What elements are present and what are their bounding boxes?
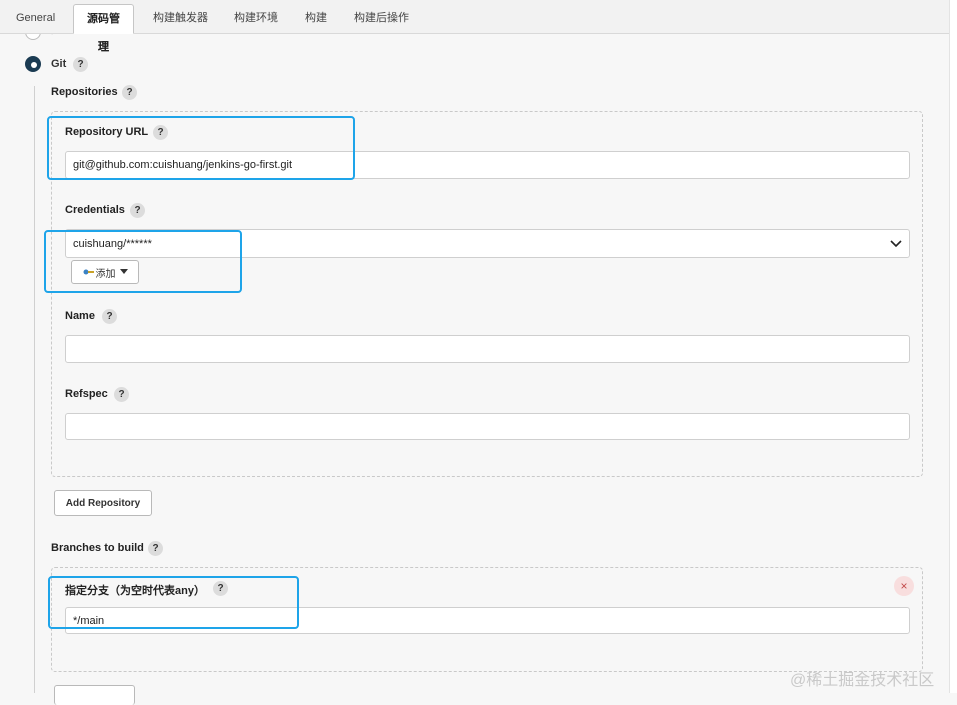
scm-git-label: Git bbox=[51, 58, 67, 70]
tab-general-label: General bbox=[16, 12, 56, 24]
branches-to-build-label: Branches to build bbox=[51, 542, 144, 554]
tab-build-label: 构建 bbox=[305, 12, 327, 24]
branch-specifier-highlight bbox=[48, 576, 299, 629]
tab-active-label: 源码管理 bbox=[73, 4, 134, 53]
repository-url-highlight bbox=[47, 116, 355, 180]
tab-bar-cover bbox=[0, 0, 948, 34]
credentials-label: Credentials bbox=[65, 204, 125, 216]
tab-env-label: 构建环境 bbox=[234, 12, 278, 24]
scm-git-radio[interactable] bbox=[25, 56, 41, 72]
repositories-label: Repositories bbox=[51, 86, 118, 98]
chevron-down-icon bbox=[890, 239, 902, 247]
watermark: @稀土掘金技术社区 bbox=[790, 672, 935, 689]
git-section-indent-line bbox=[34, 86, 35, 693]
credentials-help-icon[interactable]: ? bbox=[130, 203, 145, 218]
refspec-help-icon[interactable]: ? bbox=[114, 387, 129, 402]
tab-post-label: 构建后操作 bbox=[354, 12, 409, 24]
git-help-icon[interactable]: ? bbox=[73, 57, 88, 72]
credentials-highlight bbox=[44, 230, 242, 293]
name-label: Name bbox=[65, 310, 95, 322]
add-repository-button[interactable]: Add Repository bbox=[54, 490, 152, 516]
name-input[interactable] bbox=[65, 335, 910, 363]
tab-triggers-label: 构建触发器 bbox=[153, 12, 208, 24]
refspec-label: Refspec bbox=[65, 388, 108, 400]
repositories-help-icon[interactable]: ? bbox=[122, 85, 137, 100]
add-branch-button[interactable] bbox=[54, 685, 135, 705]
name-help-icon[interactable]: ? bbox=[102, 309, 117, 324]
refspec-input[interactable] bbox=[65, 413, 910, 440]
scrollbar-track[interactable] bbox=[949, 0, 957, 693]
branches-help-icon[interactable]: ? bbox=[148, 541, 163, 556]
remove-branch-close-icon[interactable]: × bbox=[894, 576, 914, 596]
